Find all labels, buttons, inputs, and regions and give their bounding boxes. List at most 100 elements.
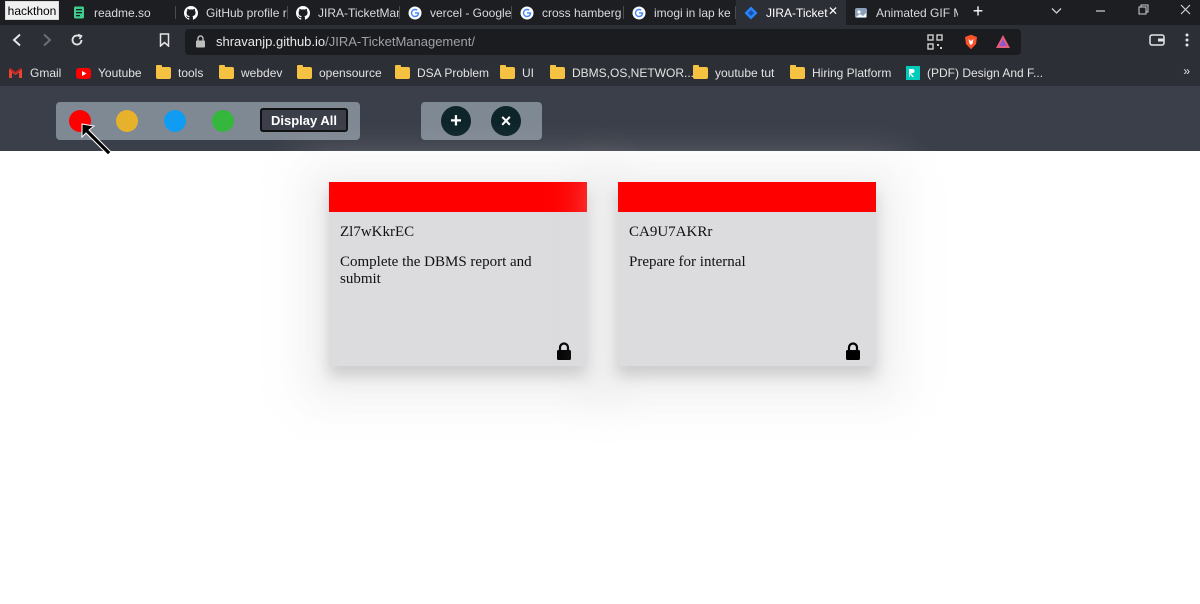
app-toolbar: Display All + × [0, 86, 1200, 151]
bookmark-label: Hiring Platform [812, 66, 892, 80]
forward-arrow-icon[interactable] [38, 33, 56, 51]
tab-label: vercel - Google [430, 5, 512, 20]
google-icon [632, 6, 646, 20]
ticket-color-bar[interactable] [329, 182, 587, 212]
bookmark-label: youtube tut [715, 66, 775, 80]
url-text: shravanjp.github.io/JIRA-TicketManagemen… [216, 34, 475, 49]
tab-label: JIRA-TicketMan [318, 5, 400, 20]
bookmark-label: webdev [241, 66, 283, 80]
lock-icon[interactable] [845, 342, 861, 360]
bookmark-dbms-os-network[interactable]: DBMS,OS,NETWOR... [550, 65, 694, 81]
folder-icon [790, 65, 805, 80]
tab-readme[interactable]: readme.so [72, 0, 176, 25]
close-tab-icon[interactable]: ✕ [828, 4, 838, 18]
folder-icon [219, 65, 234, 80]
tab-label: JIRA-Ticket [766, 5, 828, 20]
minimize-icon[interactable] [1095, 3, 1106, 18]
browser-navbar: shravanjp.github.io/JIRA-TicketManagemen… [0, 25, 1200, 61]
bookmarks-bar: Gmail Youtube tools webdev opensource DS… [0, 61, 1200, 86]
display-all-button[interactable]: Display All [260, 108, 348, 132]
folder-icon [156, 65, 171, 80]
bookmark-youtube[interactable]: Youtube [76, 65, 142, 81]
folder-icon [693, 65, 708, 80]
ticket-id: CA9U7AKRr [629, 224, 713, 240]
ticket-card[interactable]: Zl7wKkrEC Complete the DBMS report and s… [329, 182, 587, 366]
brave-rewards-icon[interactable] [995, 34, 1011, 50]
bookmark-label: DBMS,OS,NETWOR... [572, 66, 695, 80]
folder-icon [500, 65, 515, 80]
ticket-card[interactable]: CA9U7AKRr Prepare for internal [618, 182, 876, 366]
bookmarks-overflow-button[interactable]: » [1183, 64, 1190, 78]
address-bar[interactable]: shravanjp.github.io/JIRA-TicketManagemen… [185, 29, 1021, 55]
bookmark-icon[interactable] [155, 33, 173, 51]
folder-icon [297, 65, 312, 80]
ticket-description: Complete the DBMS report and submit [340, 254, 532, 287]
menu-icon[interactable] [1178, 33, 1196, 51]
folder-icon [395, 65, 410, 80]
bookmark-gmail[interactable]: Gmail [8, 65, 61, 81]
remove-ticket-button[interactable]: × [491, 106, 521, 136]
close-icon: × [500, 110, 512, 131]
tab-cross-hamberg[interactable]: cross hamberg [520, 0, 624, 25]
bookmark-ui[interactable]: UI [500, 65, 534, 81]
github-icon [296, 5, 310, 20]
bookmark-dsa-problem[interactable]: DSA Problem [395, 65, 489, 81]
tab-label: Animated GIF M [876, 5, 958, 20]
tab-jira-ticket-active[interactable]: JIRA-Ticket ✕ [736, 0, 846, 25]
qr-code-icon[interactable] [927, 34, 943, 50]
tab-label: GitHub profile r [206, 5, 287, 20]
github-icon [184, 5, 198, 20]
tab-jira-github[interactable]: JIRA-TicketMan [296, 0, 400, 25]
mouse-cursor-icon [81, 123, 112, 156]
bookmark-label: DSA Problem [417, 66, 490, 80]
reload-icon[interactable] [68, 33, 86, 51]
bookmark-hiring-platform[interactable]: Hiring Platform [790, 65, 891, 81]
bookmark-label: Youtube [98, 66, 142, 80]
green-filter-button[interactable] [212, 110, 234, 132]
tab-label: readme.so [94, 5, 151, 20]
blue-filter-button[interactable] [164, 110, 186, 132]
ticket-id: Zl7wKkrEC [340, 224, 415, 240]
tab-search-chevron-icon[interactable] [1051, 3, 1062, 18]
folder-icon [550, 65, 565, 80]
jira-icon [744, 6, 758, 20]
tab-vercel-google[interactable]: vercel - Google [408, 0, 512, 25]
brave-shield-icon[interactable] [963, 34, 979, 50]
readme-icon [72, 6, 86, 20]
gmail-icon [8, 67, 23, 80]
google-icon [520, 6, 534, 20]
close-window-icon[interactable] [1180, 3, 1191, 18]
google-icon [408, 6, 422, 20]
plus-icon: + [450, 109, 462, 132]
ticket-color-bar[interactable] [618, 182, 876, 212]
bookmark-opensource[interactable]: opensource [297, 65, 382, 81]
url-path: /JIRA-TicketManagement/ [325, 34, 475, 49]
gif-icon [854, 6, 868, 20]
bookmark-label: opensource [319, 66, 382, 80]
tab-github-profile[interactable]: GitHub profile r [184, 0, 288, 25]
bookmark-label: UI [522, 66, 534, 80]
ticket-description: Prepare for internal [629, 254, 746, 270]
tab-label: cross hamberg [542, 5, 622, 20]
bookmark-webdev[interactable]: webdev [219, 65, 282, 81]
researchgate-icon [905, 66, 920, 80]
bookmark-youtube-tut[interactable]: youtube tut [693, 65, 774, 81]
tab-animated-gif[interactable]: Animated GIF M [854, 0, 958, 25]
new-tab-button[interactable]: + [969, 1, 987, 22]
browser-tab-strip: hackthon readme.so GitHub profile r JIRA… [0, 0, 1200, 25]
lock-icon [195, 35, 206, 48]
bookmark-pdf-design[interactable]: (PDF) Design And F... [905, 65, 1043, 81]
add-ticket-button[interactable]: + [441, 106, 471, 136]
tab-hackthon[interactable]: hackthon [5, 1, 59, 20]
url-host: shravanjp.github.io [216, 34, 326, 49]
youtube-icon [76, 67, 91, 80]
yellow-filter-button[interactable] [116, 110, 138, 132]
back-arrow-icon[interactable] [8, 33, 26, 51]
lock-icon[interactable] [556, 342, 572, 360]
tab-imogi[interactable]: imogi in lap ke [632, 0, 736, 25]
bookmark-tools[interactable]: tools [156, 65, 203, 81]
tab-label: imogi in lap ke [654, 5, 731, 20]
tab-label: hackthon [7, 3, 57, 18]
restore-icon[interactable] [1138, 3, 1149, 18]
wallet-icon[interactable] [1148, 33, 1166, 51]
